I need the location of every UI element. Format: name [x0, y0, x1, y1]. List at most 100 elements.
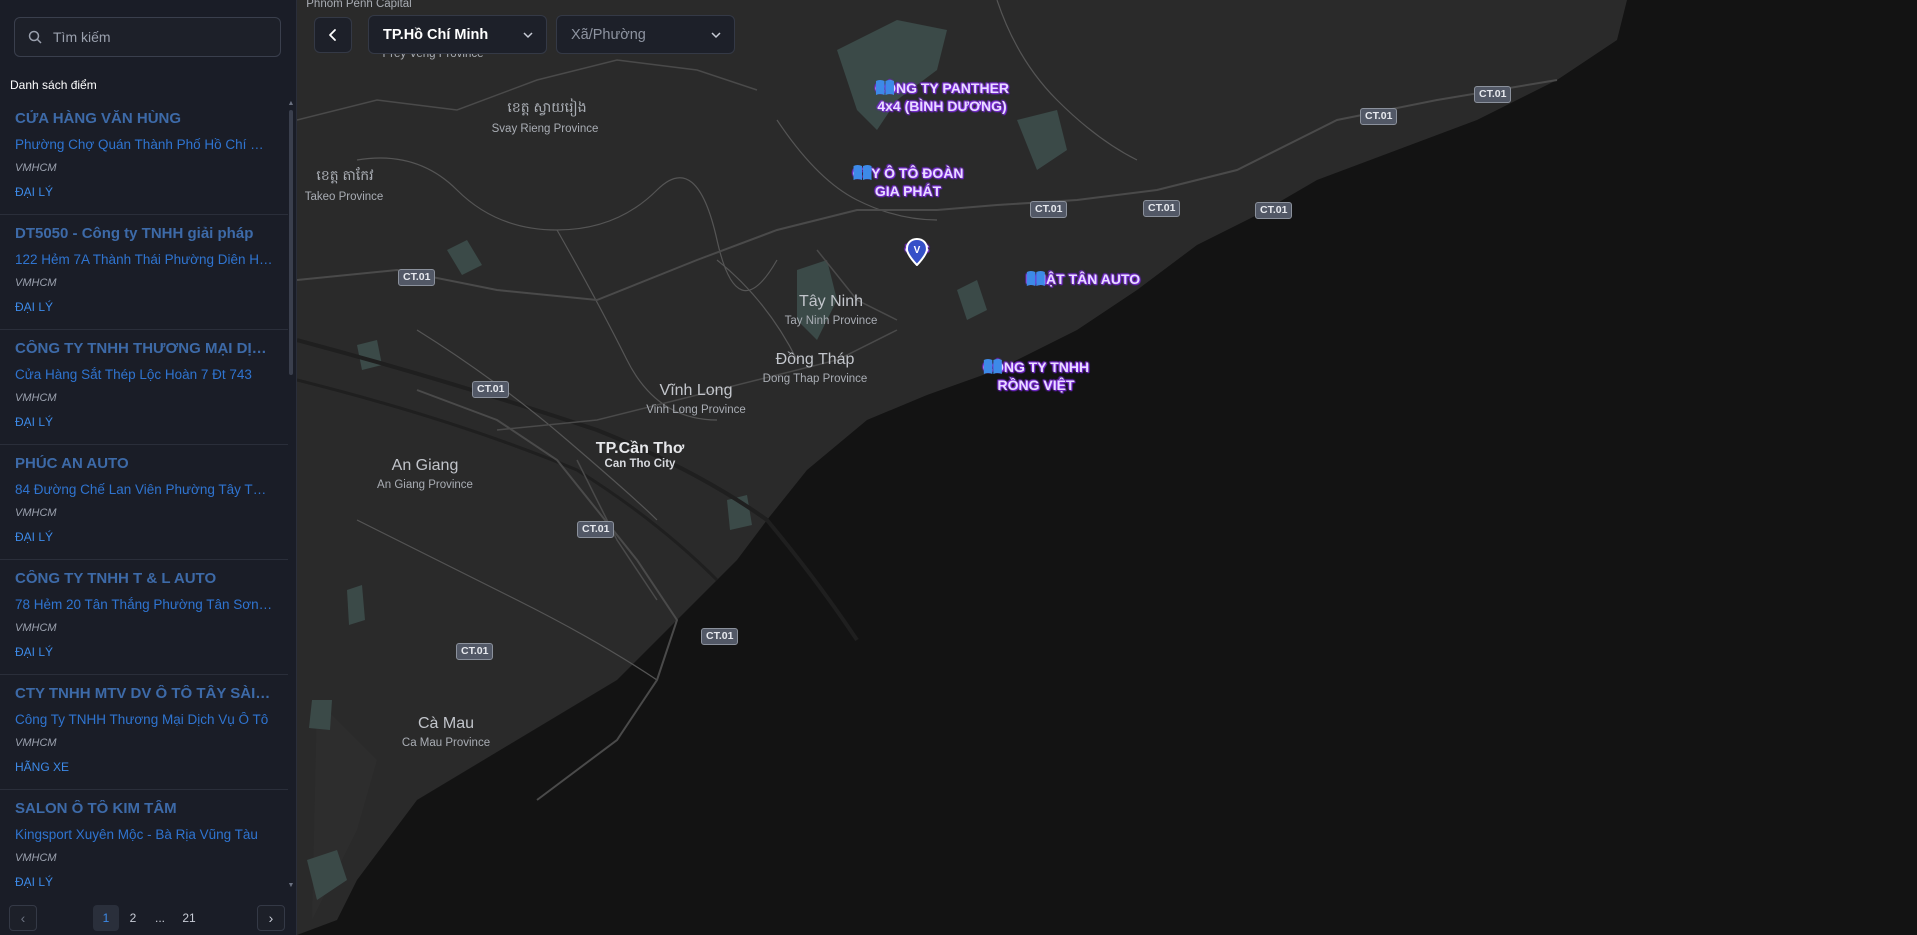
marker-label: GIA PHÁT [874, 183, 942, 199]
list-item[interactable]: CÔNG TY TNHH THƯƠNG MẠI DỊCH VỤ Cửa Hàng… [0, 330, 288, 445]
province-native-an-giang: An Giang [391, 457, 459, 474]
page-number[interactable]: 21 [176, 905, 202, 931]
item-name: DT5050 - Công ty TNHH giải pháp [15, 225, 254, 242]
scroll-down-icon[interactable]: ▼ [287, 882, 295, 890]
province-label-can-tho: Can Tho City [604, 458, 676, 470]
road-badge: CT.01 [577, 521, 615, 538]
scroll-up-icon[interactable]: ▲ [287, 100, 295, 108]
marker-label: 4x4 (BÌNH DƯƠNG) [877, 98, 1007, 114]
province-label-takeo: Takeo Province [304, 191, 384, 203]
province-label-svay-rieng: Svay Rieng Province [491, 123, 599, 135]
page-number[interactable]: 2 [120, 905, 146, 931]
item-code: VMHCM [15, 277, 57, 289]
province-select-value: TP.Hồ Chí Minh [383, 26, 489, 43]
page-number[interactable]: 1 [93, 905, 119, 931]
list-item[interactable]: PHÚC AN AUTO 84 Đường Chế Lan Viên Phườn… [0, 445, 288, 560]
road-badge: CT.01 [1474, 86, 1512, 103]
road-badge: CT.01 [701, 628, 739, 645]
location-list[interactable]: CỬA HÀNG VĂN HÙNG Phường Chợ Quán Thành … [0, 100, 288, 890]
marker-label: CÔNG TY PANTHER [874, 80, 1010, 96]
item-code: VMHCM [15, 852, 57, 864]
prev-page-button[interactable]: ‹ [9, 905, 37, 931]
search-input[interactable] [45, 29, 280, 45]
map-marker-rong-viet[interactable]: CÔNG TY TNHH RỒNG VIỆT [983, 358, 1089, 394]
item-type: HÃNG XE [15, 760, 70, 774]
list-item[interactable]: SALON Ô TÔ KIM TÂM Kingsport Xuyên Mộc -… [0, 790, 288, 890]
item-type: ĐẠI LÝ [15, 185, 54, 199]
pin-icon: V [905, 238, 928, 266]
province-select[interactable]: TP.Hồ Chí Minh [368, 15, 547, 54]
book-icon [875, 80, 894, 95]
list-item[interactable]: CTY TNHH MTV DV Ô TÔ TÂY SÀI GÒN Công Ty… [0, 675, 288, 790]
item-code: VMHCM [15, 392, 57, 404]
search-icon [25, 27, 45, 47]
item-code: VMHCM [15, 622, 57, 634]
province-native-dong-thap: Đồng Tháp [775, 351, 855, 368]
next-page-button[interactable]: › [257, 905, 285, 931]
scrollbar-thumb[interactable] [289, 110, 293, 375]
item-name: SALON Ô TÔ KIM TÂM [15, 800, 177, 817]
search-box[interactable] [14, 17, 281, 57]
page-ellipsis: ... [154, 911, 165, 925]
list-scrollbar[interactable]: ▲ ▼ [287, 100, 295, 890]
province-native-tay-ninh: Tây Ninh [798, 293, 864, 310]
map-marker-nhat-tan[interactable]: NHẬT TÂN AUTO [1026, 270, 1140, 288]
province-label-dong-thap: Dong Thap Province [762, 373, 868, 385]
item-type: ĐẠI LÝ [15, 300, 54, 314]
map-marker-abc[interactable]: V abc [905, 238, 929, 266]
item-type: ĐẠI LÝ [15, 415, 54, 429]
item-name: PHÚC AN AUTO [15, 455, 129, 472]
province-label-tay-ninh: Tay Ninh Province [784, 315, 878, 327]
item-name: CỬA HÀNG VĂN HÙNG [15, 110, 182, 127]
map-base-layer [297, 0, 1627, 935]
province-label-an-giang: An Giang Province [377, 479, 473, 491]
list-item[interactable]: CỬA HÀNG VĂN HÙNG Phường Chợ Quán Thành … [0, 100, 288, 215]
book-icon [853, 165, 872, 180]
ward-select-placeholder: Xã/Phường [571, 26, 646, 43]
province-label-ca-mau: Ca Mau Province [401, 737, 491, 749]
back-button[interactable] [314, 17, 352, 53]
road-badge: CT.01 [398, 269, 436, 286]
province-label-vinh-long: Vinh Long Province [646, 404, 746, 416]
ward-select[interactable]: Xã/Phường [556, 15, 735, 54]
province-native-takeo: ខេត្ត តាកែវ [316, 167, 374, 183]
item-address: Cửa Hàng Sắt Thép Lộc Hoàn 7 Đt 743 [15, 367, 252, 382]
road-badge: CT.01 [456, 643, 494, 660]
map-canvas[interactable]: Phnom Penh Capital Prey Veng Province ខេ… [297, 0, 1917, 935]
item-address: 84 Đường Chế Lan Viên Phường Tây Thạnh [15, 482, 273, 497]
sidebar: Danh sách điểm CỬA HÀNG VĂN HÙNG Phường … [0, 0, 297, 935]
item-code: VMHCM [15, 162, 57, 174]
road-badge: CT.01 [1255, 202, 1293, 219]
item-address: 122 Hẻm 7A Thành Thái Phường Diên Hồng [15, 252, 273, 267]
chevron-down-icon [711, 31, 721, 38]
item-code: VMHCM [15, 507, 57, 519]
book-icon [983, 359, 1002, 374]
item-address: Phường Chợ Quán Thành Phố Hồ Chí Minh [15, 137, 273, 152]
road-badge: CT.01 [1030, 201, 1068, 218]
item-name: CÔNG TY TNHH THƯƠNG MẠI DỊCH VỤ [15, 340, 273, 357]
map-label-phnom-penh: Phnom Penh Capital [306, 0, 412, 10]
road-badge: CT.01 [1360, 108, 1398, 125]
marker-label: RỒNG VIỆT [997, 377, 1075, 393]
province-native-svay-rieng: ខេត្ត ស្វាយរៀង [507, 99, 587, 115]
item-code: VMHCM [15, 737, 57, 749]
item-name: CTY TNHH MTV DV Ô TÔ TÂY SÀI GÒN [15, 685, 273, 702]
province-native-can-tho: TP.Cần Thơ [595, 440, 685, 457]
item-name: CÔNG TY TNHH T & L AUTO [15, 570, 217, 587]
map-marker-panther[interactable]: CÔNG TY PANTHER 4x4 (BÌNH DƯƠNG) [875, 79, 1009, 115]
chevron-down-icon [523, 31, 533, 38]
item-address: 78 Hẻm 20 Tân Thắng Phường Tân Sơn Nhì [15, 597, 273, 612]
chevron-left-icon [329, 29, 336, 41]
list-title: Danh sách điểm [10, 78, 97, 92]
province-native-ca-mau: Cà Mau [417, 715, 475, 732]
item-address: Công Ty TNHH Thương Mại Dịch Vụ Ô Tô [15, 712, 269, 727]
map-marker-doan-gia-phat[interactable]: CTY Ô TÔ ĐOÀN GIA PHÁT [853, 164, 963, 200]
book-icon [1026, 271, 1045, 286]
svg-text:V: V [914, 245, 921, 256]
pagination: ‹ 1 2 ... 21 › [0, 898, 297, 935]
item-type: ĐẠI LÝ [15, 645, 54, 659]
item-type: ĐẠI LÝ [15, 875, 54, 889]
list-item[interactable]: DT5050 - Công ty TNHH giải pháp 122 Hẻm … [0, 215, 288, 330]
list-item[interactable]: CÔNG TY TNHH T & L AUTO 78 Hẻm 20 Tân Th… [0, 560, 288, 675]
road-badge: CT.01 [472, 381, 510, 398]
